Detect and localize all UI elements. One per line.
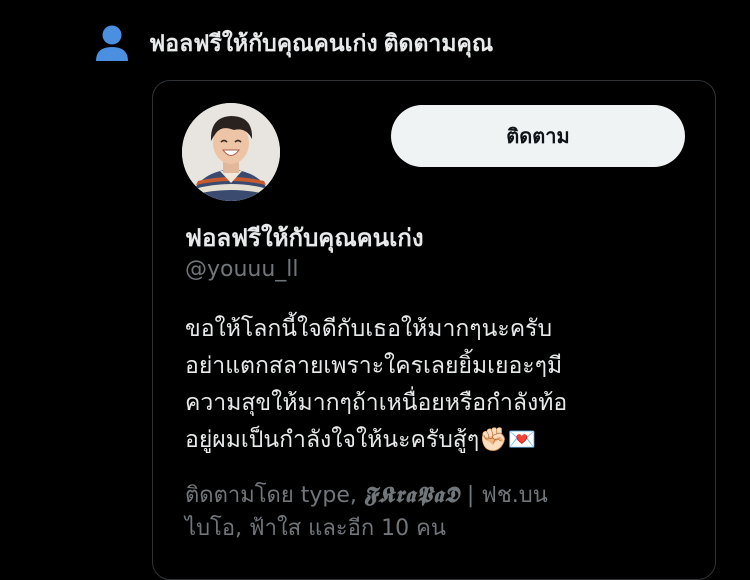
followed-by-prefix: ติดตามโดย type, bbox=[185, 483, 364, 508]
avatar[interactable] bbox=[182, 103, 280, 201]
follower-name[interactable]: 𝕱𝕶𝖗𝖆𝕻𝖆𝕯 bbox=[364, 482, 460, 508]
bio-line: อยู่ผมเป็นกำลังใจให้นะครับสู้ๆ✊🏻💌 bbox=[185, 427, 537, 453]
notification-text: ฟอลฟรีให้กับคุณคนเก่ง ติดตามคุณ bbox=[149, 26, 493, 62]
notification-account-name[interactable]: ฟอลฟรีให้กับคุณคนเก่ง bbox=[149, 31, 378, 57]
bio-line: ขอให้โลกนี้ใจดีกับเธอให้มากๆนะครับ bbox=[185, 316, 553, 342]
follow-notification[interactable]: ฟอลฟรีให้กับคุณคนเก่ง ติดตามคุณ bbox=[95, 22, 493, 66]
followed-by-rest: | ฟช.บน bbox=[459, 483, 548, 508]
profile-bio: ขอให้โลกนี้ใจดีกับเธอให้มากๆนะครับ อย่าแ… bbox=[185, 311, 695, 459]
avatar-photo bbox=[182, 103, 280, 201]
profile-display-name[interactable]: ฟอลฟรีให้กับคุณคนเก่ง bbox=[185, 218, 424, 257]
bio-line: อย่าแตกสลายเพราะใครเลยยิ้มเยอะๆมี bbox=[185, 353, 563, 379]
followed-by-line-2: ไบโอ, ฟ้าใส และอีก 10 คน bbox=[185, 516, 446, 541]
profile-handle[interactable]: @youuu_ll bbox=[185, 257, 299, 282]
followed-by-line-1: ติดตามโดย type, 𝕱𝕶𝖗𝖆𝕻𝖆𝕯 | ฟช.บน bbox=[185, 479, 695, 512]
user-icon bbox=[96, 25, 128, 61]
followed-by[interactable]: ติดตามโดย type, 𝕱𝕶𝖗𝖆𝕻𝖆𝕯 | ฟช.บน ไบโอ, ฟ้… bbox=[185, 479, 695, 545]
notification-action: ติดตามคุณ bbox=[383, 31, 494, 57]
bio-line: ความสุขให้มากๆถ้าเหนื่อยหรือกำลังท้อ bbox=[185, 390, 568, 416]
profile-card[interactable]: ติดตาม ฟอลฟรีให้กับคุณคนเก่ง @youuu_ll ข… bbox=[152, 80, 716, 580]
follow-button[interactable]: ติดตาม bbox=[391, 105, 685, 167]
